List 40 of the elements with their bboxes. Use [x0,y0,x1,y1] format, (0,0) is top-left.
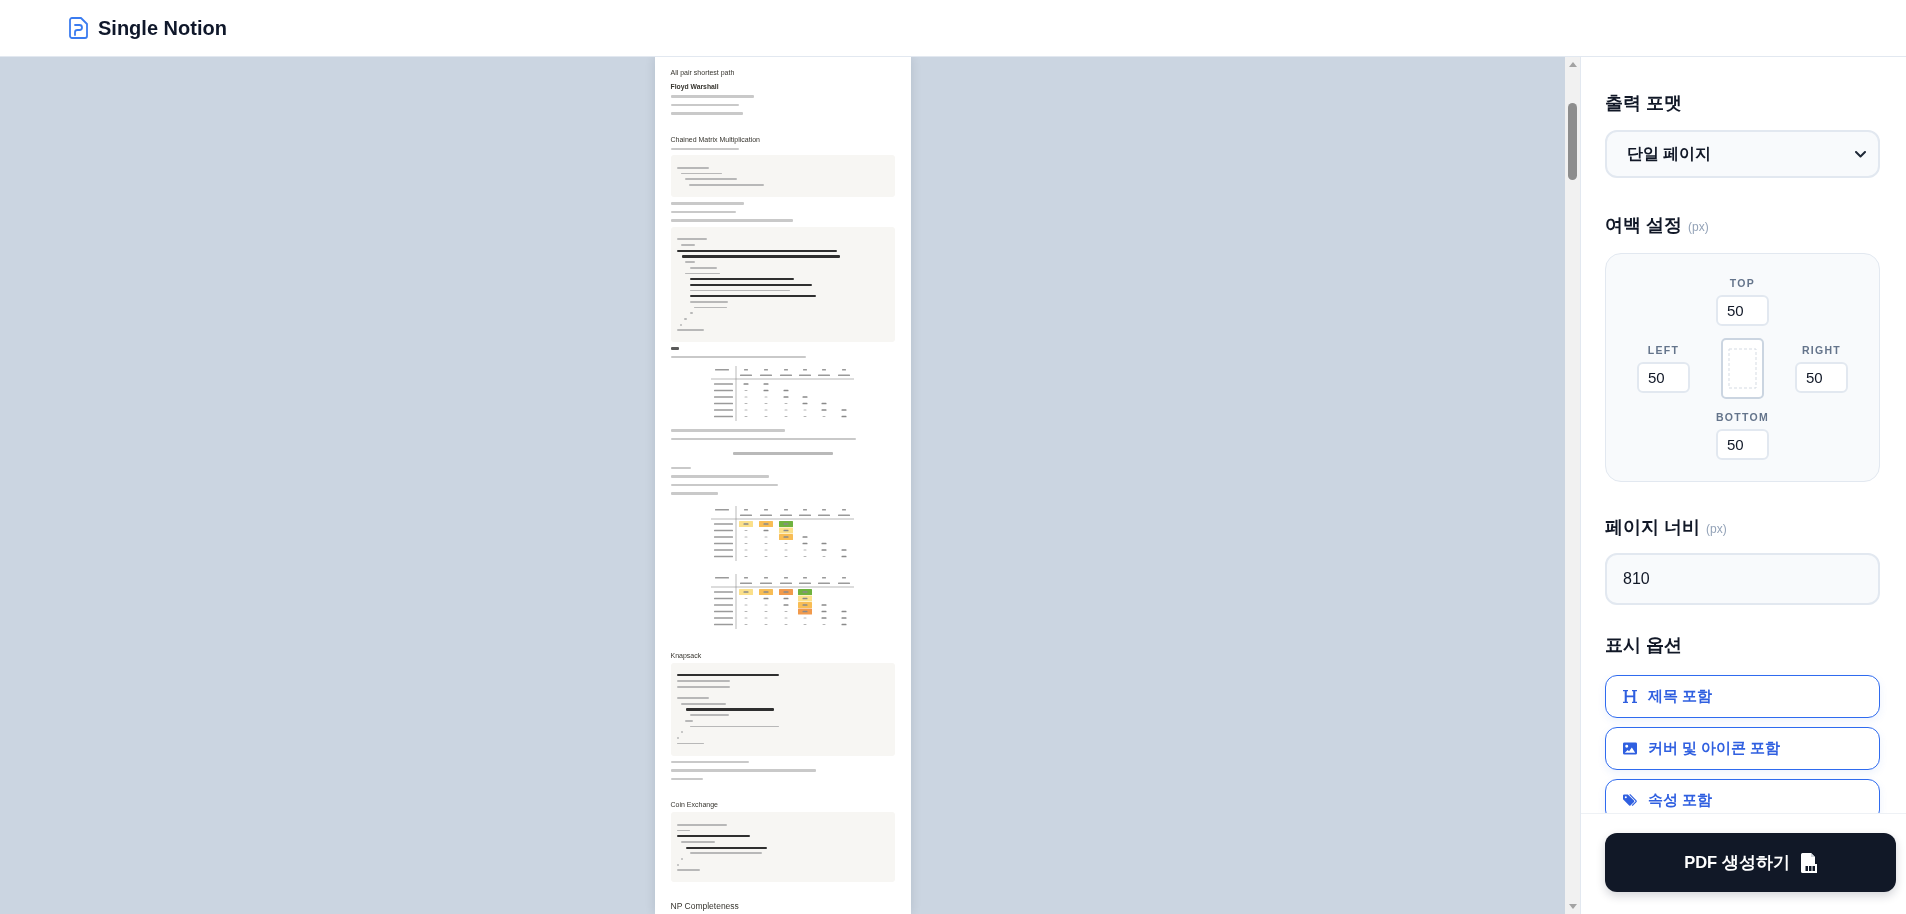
format-select[interactable]: 단일 페이지 [1605,130,1880,178]
page-width-input[interactable]: 810 [1605,553,1880,605]
unit-label: (px) [1688,220,1709,234]
margin-label: TOP [1729,277,1756,289]
unit-label: (px) [1706,522,1727,536]
option-toggle[interactable]: 커버 및 아이콘 포함 [1605,727,1880,770]
section-heading: 여백 설정 [1605,214,1682,236]
margin-label: LEFT [1647,344,1680,356]
page-margin-icon [1721,338,1764,399]
scroll-down-arrow-icon[interactable] [1568,904,1577,909]
heading-icon [1623,690,1637,703]
scrollbar-track[interactable] [1565,57,1580,914]
tags-icon [1623,794,1637,807]
generate-pdf-button[interactable]: PDF 생성하기 [1605,833,1896,892]
image-icon [1623,742,1637,755]
section-heading: 표시 옵션 [1605,634,1682,656]
section-heading: 출력 포맷 [1605,92,1682,114]
text-line-drawing [670,777,703,780]
pdf-file-icon [1800,852,1817,873]
scrollbar-thumb[interactable] [1568,103,1577,180]
text-line-drawing [670,210,736,213]
text-line-drawing [670,147,739,150]
scroll-up-arrow-icon[interactable] [1568,62,1577,67]
text-line-drawing [670,466,691,469]
text-line-drawing [670,346,679,350]
text-line-drawing [670,103,739,106]
option-toggle[interactable]: 제목 포함 [1605,675,1880,718]
margin-label: RIGHT [1801,344,1842,356]
document-heading: NP Completeness [670,900,739,912]
option-toggle[interactable]: 속성 포함 [1605,779,1880,813]
margin-input[interactable]: 50 [1716,429,1769,460]
app-name: Single Notion [98,16,227,40]
margin-input[interactable]: 50 [1637,362,1690,393]
section-heading: 페이지 너비 [1605,516,1700,538]
chevron-down-icon [1855,150,1866,158]
margin-label: BOTTOM [1715,411,1770,423]
text-line-drawing [670,492,718,495]
margin-input[interactable]: 50 [1716,295,1769,326]
margin-input[interactable]: 50 [1795,362,1848,393]
document-logo-icon [69,17,88,39]
